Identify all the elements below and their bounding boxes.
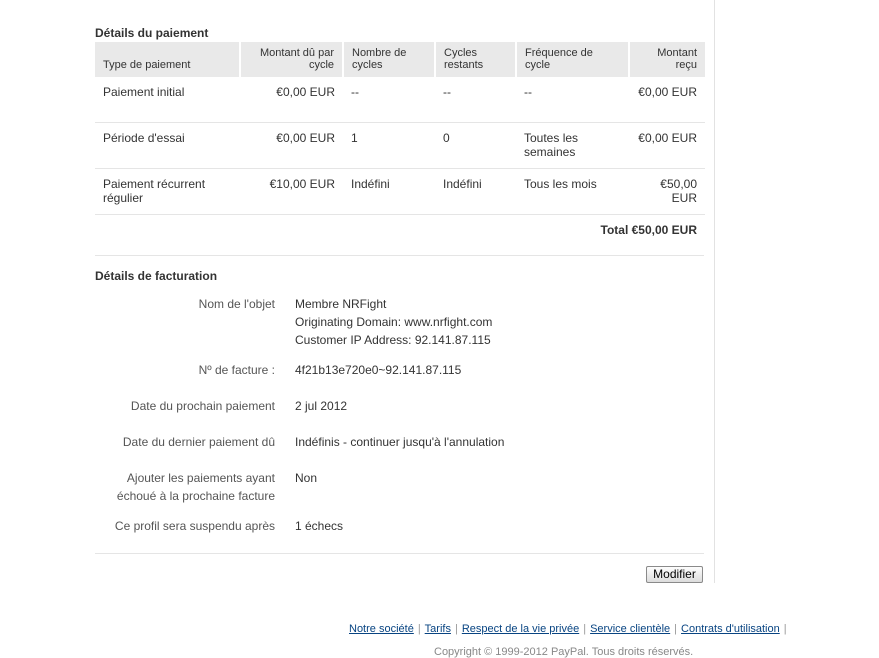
- cell-frequency: --: [516, 77, 629, 123]
- header-frequency: Fréquence de cycle: [516, 42, 630, 77]
- table-row: Paiement récurrent régulier €10,00 EUR I…: [95, 168, 705, 215]
- payment-total: Total €50,00 EUR: [600, 223, 697, 237]
- billing-details-title: Détails de facturation: [95, 269, 218, 283]
- cell-amount-received: €0,00 EUR: [629, 77, 705, 123]
- header-amount-due: Montant dû par cycle: [240, 42, 344, 77]
- last-payment-value: Indéfinis - continuer jusqu'à l'annulati…: [295, 435, 505, 449]
- table-row: Période d'essai €0,00 EUR 1 0 Toutes les…: [95, 122, 705, 169]
- cell-remaining-cycles: 0: [435, 122, 516, 169]
- footer-copyright: Copyright © 1999-2012 PayPal. Tous droit…: [434, 646, 694, 658]
- cell-num-cycles: 1: [343, 122, 435, 169]
- footer-separator: |: [417, 623, 421, 635]
- footer-link-pricing[interactable]: Tarifs: [425, 623, 451, 635]
- cell-num-cycles: --: [343, 77, 435, 123]
- content-right-border: [714, 0, 715, 583]
- payment-details-title: Détails du paiement: [95, 26, 209, 40]
- table-header-row: Type de paiement Montant dû par cycle No…: [95, 42, 705, 77]
- footer-link-customer-service[interactable]: Service clientèle: [590, 623, 670, 635]
- section-divider: [95, 255, 704, 256]
- cell-payment-type: Période d'essai: [95, 122, 240, 169]
- footer-links: Notre société | Tarifs | Respect de la vie p…: [349, 623, 791, 635]
- cell-payment-type: Paiement initial: [95, 77, 240, 123]
- next-payment-label: Date du prochain paiement: [130, 399, 275, 413]
- cell-frequency: Toutes les semaines: [516, 122, 629, 169]
- header-remaining-cycles: Cycles restants: [435, 42, 517, 77]
- item-domain-line: Originating Domain: www.nrfight.com: [295, 315, 493, 329]
- suspend-label: Ce profil sera suspendu après: [114, 519, 275, 533]
- add-failed-label: Ajouter les paiements ayant échoué à la …: [116, 471, 275, 503]
- footer-separator: |: [674, 623, 678, 635]
- suspend-value: 1 échecs: [295, 519, 344, 533]
- cell-amount-due: €0,00 EUR: [240, 77, 343, 123]
- header-payment-type: Type de paiement: [95, 42, 241, 77]
- total-row: Total €50,00 EUR: [95, 215, 705, 248]
- cell-remaining-cycles: --: [435, 77, 516, 123]
- next-payment-value: 2 jul 2012: [295, 399, 348, 413]
- invoice-label: Nº de facture :: [198, 363, 275, 377]
- cell-amount-received: €0,00 EUR: [629, 122, 705, 169]
- invoice-value: 4f21b13e720e0~92.141.87.115: [295, 363, 462, 377]
- cell-frequency: Tous les mois: [516, 168, 629, 215]
- last-payment-label: Date du dernier paiement dû: [122, 435, 275, 449]
- footer-link-company[interactable]: Notre société: [349, 623, 414, 635]
- cell-amount-due: €10,00 EUR: [240, 168, 343, 215]
- footer-link-user-agreement[interactable]: Contrats d'utilisation: [681, 623, 780, 635]
- table-row: Paiement initial €0,00 EUR -- -- -- €0,0…: [95, 77, 705, 123]
- actions-divider: [95, 553, 704, 554]
- item-name-line: Membre NRFight: [295, 297, 387, 311]
- cell-payment-type: Paiement récurrent régulier: [95, 168, 240, 215]
- modify-button[interactable]: Modifier: [646, 566, 703, 583]
- payment-details-table: Type de paiement Montant dû par cycle No…: [95, 42, 705, 247]
- item-name-value: Membre NRFight Originating Domain: www.n…: [295, 295, 695, 349]
- item-ip-line: Customer IP Address: 92.141.87.115: [295, 333, 491, 347]
- cell-num-cycles: Indéfini: [343, 168, 435, 215]
- add-failed-value: Non: [295, 471, 318, 485]
- cell-remaining-cycles: Indéfini: [435, 168, 516, 215]
- footer-link-privacy[interactable]: Respect de la vie privée: [462, 623, 579, 635]
- footer-separator: |: [454, 623, 458, 635]
- footer-separator: |: [783, 623, 787, 635]
- header-amount-received: Montant reçu: [629, 42, 705, 77]
- cell-amount-due: €0,00 EUR: [240, 122, 343, 169]
- header-num-cycles: Nombre de cycles: [343, 42, 436, 77]
- item-name-label: Nom de l'objet: [198, 297, 275, 311]
- footer-separator: |: [583, 623, 587, 635]
- cell-amount-received: €50,00 EUR: [629, 168, 705, 215]
